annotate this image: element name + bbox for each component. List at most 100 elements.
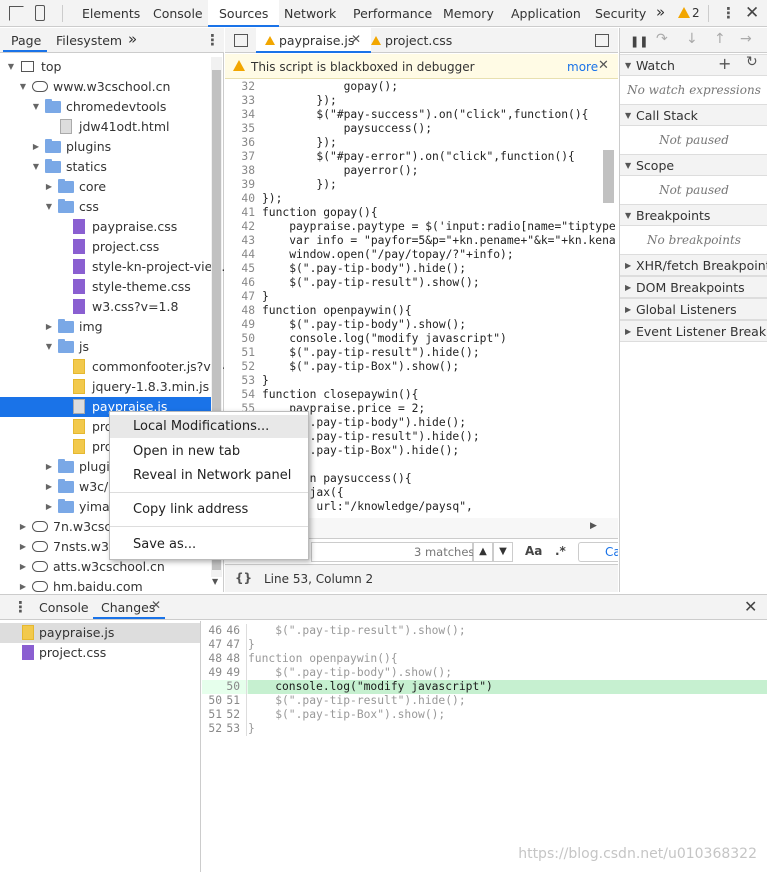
tree-item[interactable]: commonfooter.js?v2.4: [0, 357, 224, 377]
warning-count[interactable]: 2: [692, 6, 700, 20]
step-icon[interactable]: →: [740, 31, 752, 47]
tree-item[interactable]: jquery-1.8.3.min.js: [0, 377, 211, 397]
expanded-arrow-icon[interactable]: ▼: [6, 57, 16, 77]
tree-item[interactable]: ▶ core: [0, 177, 211, 197]
add-watch-icon[interactable]: +: [718, 54, 731, 73]
editor-tab-label[interactable]: paypraise.js: [279, 33, 354, 48]
close-devtools-icon[interactable]: ✕: [745, 3, 759, 23]
tree-item[interactable]: ▼ chromedevtools: [0, 97, 211, 117]
collapsed-arrow-icon[interactable]: ▶: [44, 177, 54, 197]
tree-item[interactable]: ▼ statics: [0, 157, 211, 177]
tab-console[interactable]: Console: [153, 0, 203, 27]
refresh-watch-icon[interactable]: ↻: [746, 54, 758, 70]
collapsed-arrow-icon[interactable]: ▶: [44, 477, 54, 497]
menu-open-in-new-tab[interactable]: Open in new tab: [110, 440, 308, 463]
expanded-arrow-icon[interactable]: ▼: [44, 337, 54, 357]
warning-icon[interactable]: [678, 7, 690, 18]
changed-file-item[interactable]: paypraise.js: [0, 623, 200, 643]
tree-item[interactable]: ▶ hm.baidu.com: [0, 577, 211, 592]
menu-local-modifications[interactable]: Local Modifications...: [110, 415, 308, 438]
editor-tab-label[interactable]: project.css: [385, 33, 452, 48]
tree-item[interactable]: jdw41odt.html: [0, 117, 211, 137]
collapsed-arrow-icon[interactable]: ▶: [18, 537, 28, 557]
next-match-button[interactable]: ▼: [493, 542, 513, 562]
step-out-icon[interactable]: ↑: [714, 31, 726, 47]
previous-match-button[interactable]: ▲: [473, 542, 493, 562]
tab-sources[interactable]: Sources: [208, 0, 280, 27]
tree-item[interactable]: ▼ top: [0, 57, 211, 77]
cancel-search-button[interactable]: Ca: [578, 542, 618, 562]
pretty-print-button[interactable]: {}: [235, 571, 252, 585]
tab-elements[interactable]: Elements: [82, 0, 140, 27]
menu-copy-link-address[interactable]: Copy link address: [110, 498, 308, 521]
menu-reveal-in-network[interactable]: Reveal in Network panel: [110, 464, 308, 487]
scroll-right-arrow[interactable]: ▶: [590, 521, 597, 531]
step-over-icon[interactable]: ↷: [656, 31, 668, 47]
tab-console[interactable]: Console: [39, 600, 89, 615]
section-xhr-fetch-breakpoints[interactable]: ▶ XHR/fetch Breakpoints: [620, 254, 767, 276]
settings-menu-icon[interactable]: ⋮: [721, 4, 736, 22]
toggle-debugger-icon[interactable]: [595, 34, 609, 47]
more-tabs-button[interactable]: »: [656, 3, 665, 21]
collapsed-arrow-icon[interactable]: ▶: [18, 517, 28, 537]
tree-item[interactable]: project.css: [0, 237, 211, 257]
close-tab-icon[interactable]: ✕: [351, 32, 361, 46]
expanded-arrow-icon[interactable]: ▼: [44, 197, 54, 217]
tab-filesystem[interactable]: Filesystem: [56, 33, 122, 48]
step-into-icon[interactable]: ↓: [686, 31, 698, 47]
tree-item[interactable]: ▶ plugins: [0, 137, 211, 157]
line-number: 51: [241, 346, 255, 359]
tree-item[interactable]: ▼ js: [0, 337, 211, 357]
device-toolbar-icon[interactable]: [35, 5, 45, 21]
scroll-down-arrow[interactable]: ▼: [212, 577, 218, 586]
tab-changes[interactable]: Changes: [101, 600, 155, 615]
tree-item[interactable]: ▼ www.w3cschool.cn: [0, 77, 211, 97]
regex-button[interactable]: .*: [555, 544, 566, 558]
code-scrollbar-thumb[interactable]: [603, 150, 614, 203]
collapsed-arrow-icon[interactable]: ▶: [44, 317, 54, 337]
tree-item[interactable]: w3.css?v=1.8: [0, 297, 211, 317]
collapsed-arrow-icon[interactable]: ▶: [31, 137, 41, 157]
expanded-arrow-icon[interactable]: ▼: [31, 97, 41, 117]
section-breakpoints[interactable]: ▼ Breakpoints: [620, 204, 767, 226]
match-case-button[interactable]: Aa: [525, 544, 542, 558]
section-watch[interactable]: ▼ Watch: [620, 54, 767, 76]
changed-file-item[interactable]: project.css: [0, 643, 200, 663]
tab-application[interactable]: Application: [511, 0, 581, 27]
navigator-menu-icon[interactable]: ⋮: [205, 31, 220, 49]
tab-memory[interactable]: Memory: [443, 0, 494, 27]
collapsed-arrow-icon[interactable]: ▶: [18, 557, 28, 577]
tree-item[interactable]: style-kn-project-view.c: [0, 257, 224, 277]
section-dom-breakpoints[interactable]: ▶ DOM Breakpoints: [620, 276, 767, 298]
pause-icon[interactable]: ❚❚: [630, 35, 648, 48]
section-global-listeners[interactable]: ▶ Global Listeners: [620, 298, 767, 320]
tree-item[interactable]: ▶ img: [0, 317, 211, 337]
section-scope[interactable]: ▼ Scope: [620, 154, 767, 176]
tab-security[interactable]: Security: [595, 0, 646, 27]
collapsed-arrow-icon[interactable]: ▶: [44, 497, 54, 517]
warning-more-link[interactable]: more: [567, 60, 598, 74]
tab-network[interactable]: Network: [284, 0, 336, 27]
section-call-stack[interactable]: ▼ Call Stack: [620, 104, 767, 126]
collapsed-arrow-icon[interactable]: ▶: [44, 457, 54, 477]
close-warning-icon[interactable]: ✕: [598, 58, 609, 73]
tree-item[interactable]: paypraise.css: [0, 217, 211, 237]
navigator-more-button[interactable]: »: [128, 30, 137, 48]
toolbar-divider: [62, 5, 63, 22]
close-tab-icon[interactable]: ✕: [151, 598, 161, 612]
context-menu: Local Modifications... Open in new tab R…: [109, 411, 309, 560]
collapsed-arrow-icon[interactable]: ▶: [18, 577, 28, 592]
tree-item[interactable]: ▼ css: [0, 197, 211, 217]
menu-save-as[interactable]: Save as...: [110, 533, 308, 556]
drawer-menu-icon[interactable]: ⋮: [13, 598, 28, 616]
toggle-navigator-icon[interactable]: [234, 34, 248, 47]
expanded-arrow-icon[interactable]: ▼: [31, 157, 41, 177]
section-event-listener-breakpoints[interactable]: ▶ Event Listener Breakpoints: [620, 320, 767, 342]
tree-item[interactable]: ▶ atts.w3cschool.cn: [0, 557, 211, 577]
tree-item[interactable]: style-theme.css: [0, 277, 211, 297]
tab-page[interactable]: Page: [11, 33, 41, 48]
close-drawer-icon[interactable]: ✕: [744, 597, 757, 616]
inspect-element-icon[interactable]: [9, 6, 24, 21]
tab-performance[interactable]: Performance: [353, 0, 432, 27]
expanded-arrow-icon[interactable]: ▼: [18, 77, 28, 97]
